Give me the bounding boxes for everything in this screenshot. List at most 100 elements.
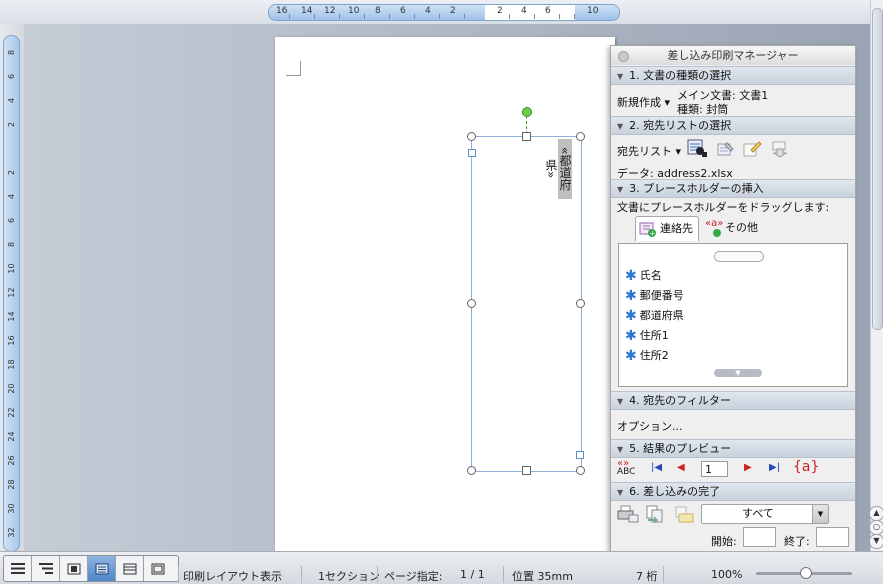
- merge-to-document-icon[interactable]: [645, 505, 667, 523]
- recipient-list-button[interactable]: 宛先リスト ▾: [617, 143, 681, 159]
- publishing-view-button[interactable]: [60, 556, 88, 581]
- mail-merge-manager: 差し込み印刷マネージャー ▼ 1. 文書の種類の選択 新規作成 ▾ メイン文書: …: [610, 45, 856, 552]
- resize-handle[interactable]: [467, 299, 476, 308]
- ruler-label: 16: [7, 335, 16, 346]
- ruler-label: 26: [7, 455, 16, 466]
- ruler-label: 18: [7, 359, 16, 370]
- prefecture-placeholder[interactable]: «都道府県»: [544, 139, 572, 199]
- textbox-inner-handle[interactable]: [576, 451, 584, 459]
- full-screen-icon: [151, 563, 165, 574]
- section-header-placeholders[interactable]: ▼ 3. プレースホルダーの挿入: [611, 179, 855, 198]
- draft-view-button[interactable]: [4, 556, 32, 581]
- start-record-input[interactable]: [743, 527, 776, 547]
- status-separator: [301, 566, 302, 583]
- merge-to-printer-icon[interactable]: [617, 505, 639, 523]
- triangle-down-icon: ▼: [617, 72, 624, 81]
- resize-handle[interactable]: [467, 132, 476, 141]
- previous-page-button[interactable]: ▲: [869, 506, 883, 521]
- rotation-handle[interactable]: [522, 107, 532, 117]
- contacts-icon: +: [639, 222, 656, 237]
- section-header-preview[interactable]: ▼ 5. 結果のプレビュー: [611, 439, 855, 458]
- first-record-button[interactable]: |◀: [651, 462, 662, 473]
- ruler-label: 10: [348, 6, 360, 16]
- field-item[interactable]: ✱ 住所2: [625, 347, 669, 364]
- edit-data-source-icon[interactable]: [717, 141, 735, 157]
- palette-title[interactable]: 差し込み印刷マネージャー: [611, 46, 855, 65]
- last-record-button[interactable]: ▶|: [769, 462, 780, 473]
- status-separator: [503, 566, 504, 583]
- scrollbar-thumb[interactable]: [872, 8, 883, 330]
- ruler-label: 20: [7, 383, 16, 394]
- field-item[interactable]: ✱ 都道府県: [625, 307, 684, 324]
- ruler-label: 30: [7, 503, 16, 514]
- status-separator: [178, 566, 179, 583]
- ruler-label: 2: [497, 6, 503, 16]
- full-screen-view-button[interactable]: [144, 556, 172, 581]
- ruler-label: 2: [450, 6, 456, 16]
- ruler-label: 32: [7, 527, 16, 538]
- field-item[interactable]: ✱ 住所1: [625, 327, 669, 344]
- resize-handle[interactable]: [576, 466, 585, 475]
- view-buttons: [3, 555, 179, 582]
- merge-options-icon[interactable]: [771, 140, 791, 158]
- notebook-view-button[interactable]: [116, 556, 144, 581]
- resize-handle[interactable]: [576, 132, 585, 141]
- end-label: 終了:: [784, 535, 810, 548]
- record-range-select[interactable]: すべて ▼: [701, 504, 829, 524]
- ruler-label: 6: [400, 6, 406, 16]
- triangle-down-icon: ▼: [617, 445, 624, 454]
- ruler-label: 6: [545, 6, 551, 16]
- record-number-input[interactable]: 1: [701, 461, 728, 477]
- find-record-icon[interactable]: [687, 138, 709, 158]
- previous-record-button[interactable]: ◀: [677, 462, 685, 473]
- view-merged-data-button[interactable]: «» ABC: [617, 459, 635, 477]
- ruler-label: 14: [7, 311, 16, 322]
- ruler-label: 8: [7, 49, 16, 56]
- resize-handle[interactable]: [467, 466, 476, 475]
- zoom-slider-thumb[interactable]: [800, 567, 812, 579]
- section-header-recipients[interactable]: ▼ 2. 宛先リストの選択: [611, 116, 855, 135]
- print-layout-view-button[interactable]: [88, 556, 116, 581]
- next-page-button[interactable]: ▼: [869, 534, 883, 549]
- section-label: 1セクション: [318, 570, 380, 583]
- ruler-label: 14: [301, 6, 313, 16]
- field-item[interactable]: ✱ 氏名: [625, 267, 662, 284]
- edit-document-icon[interactable]: [743, 140, 763, 158]
- section-header-filter[interactable]: ▼ 4. 宛先のフィルター: [611, 391, 855, 410]
- close-icon[interactable]: [618, 51, 629, 62]
- outline-view-icon: [38, 563, 53, 574]
- draft-view-icon: [10, 563, 25, 574]
- new-document-button[interactable]: 新規作成 ▾: [617, 94, 670, 110]
- ruler-label: 22: [7, 407, 16, 418]
- field-item[interactable]: ✱ 郵便番号: [625, 287, 684, 304]
- scroll-down-button[interactable]: ▼: [714, 369, 762, 377]
- tab-contacts[interactable]: + 連絡先: [635, 216, 699, 241]
- tab-other[interactable]: «a» その他: [703, 216, 763, 240]
- start-label: 開始:: [711, 535, 737, 548]
- section-header-complete[interactable]: ▼ 6. 差し込みの完了: [611, 482, 855, 501]
- next-record-button[interactable]: ▶: [744, 462, 752, 473]
- field-icon: ✱: [625, 308, 637, 324]
- horizontal-ruler[interactable]: 16 14 12 10 8 6 4 2 2 4 6 10: [268, 4, 620, 21]
- margin-corner-mark: [286, 61, 301, 76]
- field-search-input[interactable]: [714, 251, 764, 262]
- ruler-label: 4: [425, 6, 431, 16]
- ruler-label: 6: [7, 217, 16, 224]
- browse-object-button[interactable]: ○: [869, 520, 883, 535]
- field-codes-button[interactable]: {a}: [793, 459, 819, 475]
- field-icon: ✱: [625, 288, 637, 304]
- vertical-ruler[interactable]: 8 6 4 2 2 4 6 8 10 12 14 16 18 20 22 24 …: [3, 35, 20, 552]
- filter-options-button[interactable]: オプション...: [617, 418, 683, 434]
- outline-view-button[interactable]: [32, 556, 60, 581]
- status-separator: [377, 566, 378, 583]
- resize-handle[interactable]: [522, 132, 531, 141]
- textbox-inner-handle[interactable]: [468, 149, 476, 157]
- section-header-doc-type[interactable]: ▼ 1. 文書の種類の選択: [611, 66, 855, 85]
- end-record-input[interactable]: [816, 527, 849, 547]
- ruler-label: 24: [7, 431, 16, 442]
- resize-handle[interactable]: [576, 299, 585, 308]
- resize-handle[interactable]: [522, 466, 531, 475]
- triangle-down-icon: ▼: [617, 185, 624, 194]
- ruler-label: 4: [7, 97, 16, 104]
- field-list[interactable]: ✱ 氏名 ✱ 郵便番号 ✱ 都道府県 ✱ 住所1 ✱ 住所2 ▼: [618, 243, 848, 387]
